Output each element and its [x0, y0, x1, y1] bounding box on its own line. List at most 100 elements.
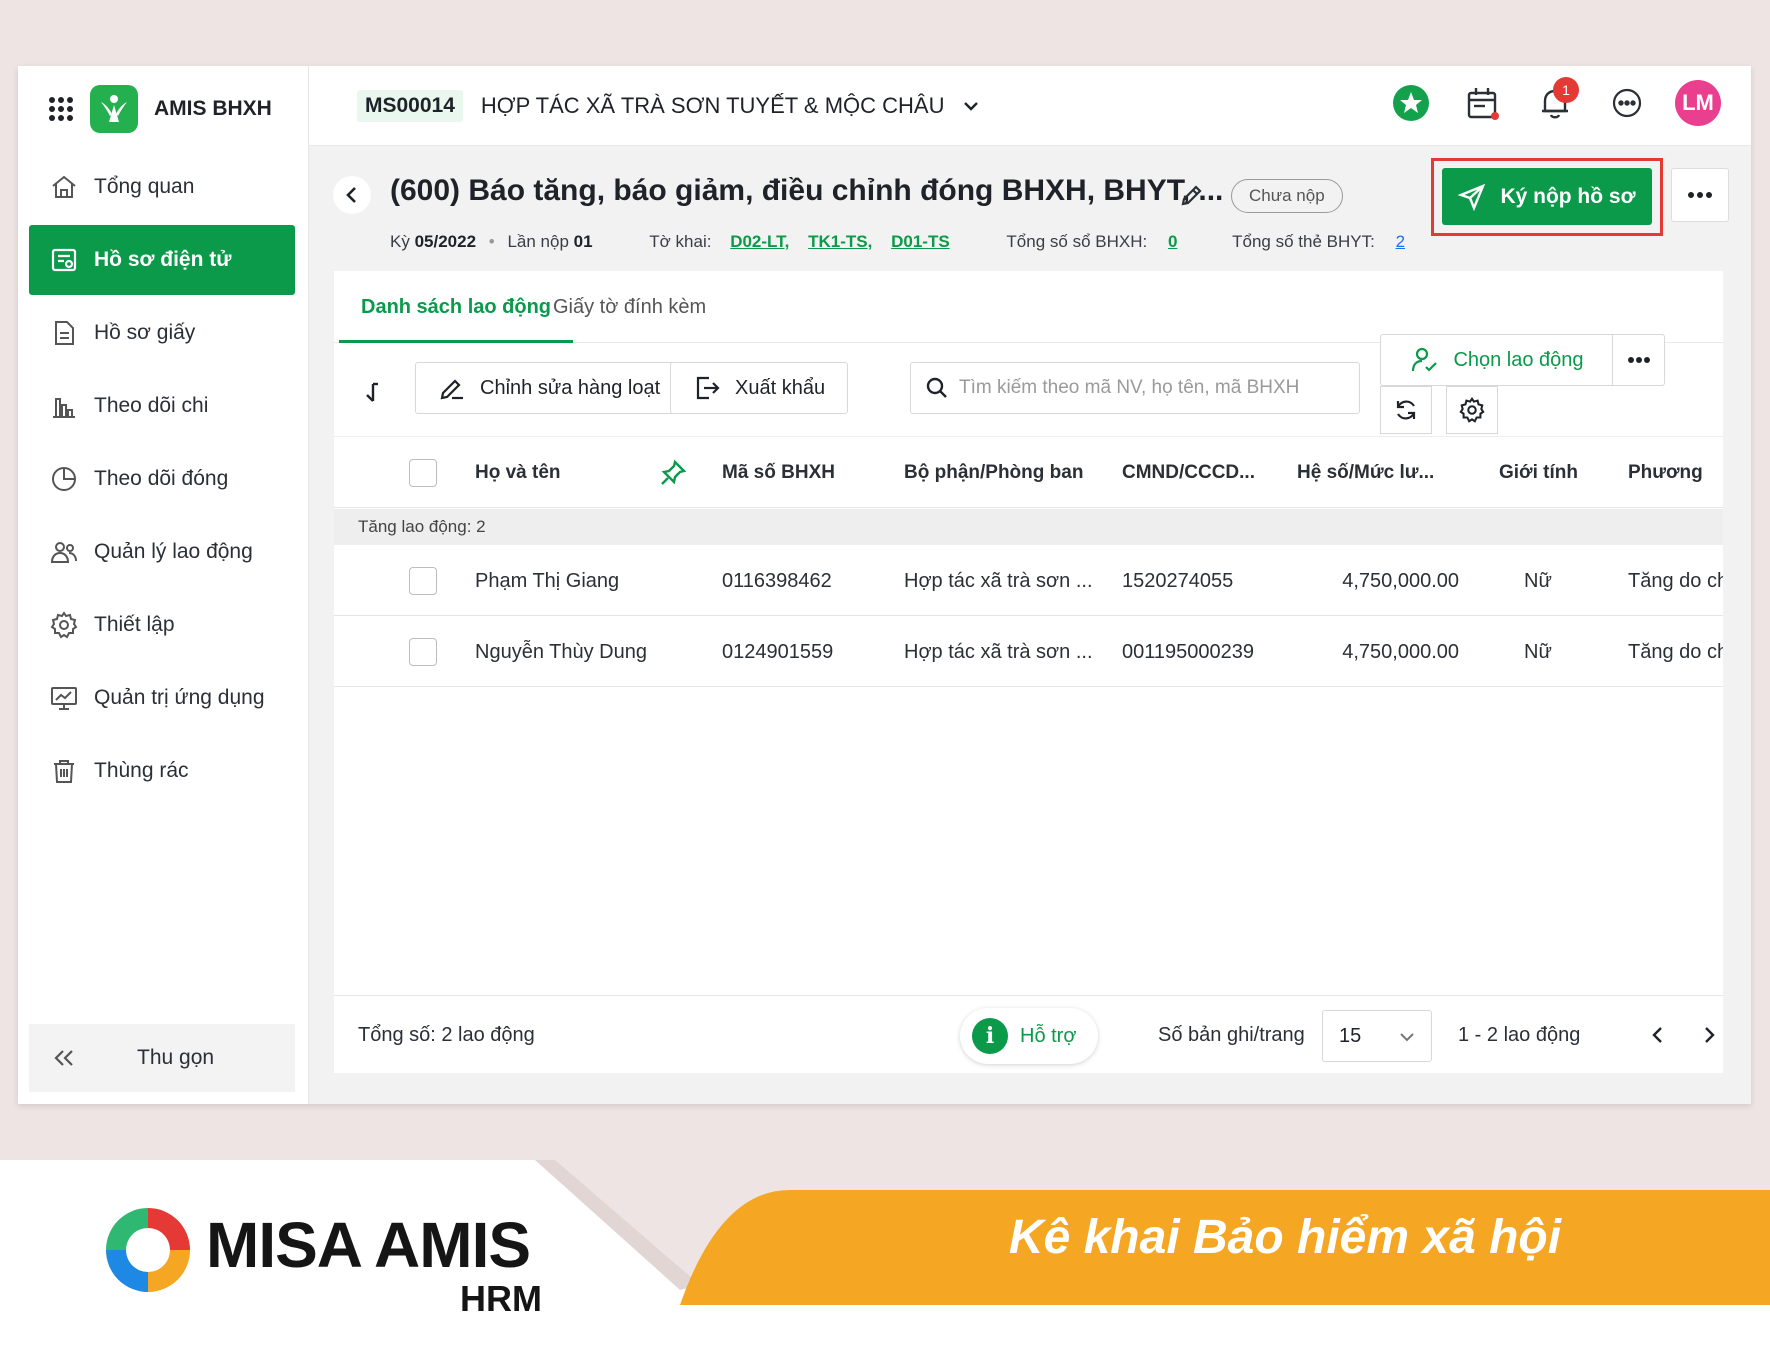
next-page-button[interactable]	[1692, 1018, 1726, 1052]
period-value: 05/2022	[414, 232, 477, 251]
app-name: AMIS BHXH	[154, 97, 272, 120]
column-header-name[interactable]: Họ và tên	[475, 437, 561, 509]
page-range: 1 - 2 lao động	[1458, 1024, 1581, 1046]
prev-page-button[interactable]	[1641, 1018, 1675, 1052]
gift-calendar-icon[interactable]	[1461, 81, 1505, 125]
sidebar-item-label: Theo dõi đóng	[94, 467, 229, 490]
table-row[interactable]: Nguyễn Thùy Dung 0124901559 Hợp tác xã t…	[334, 617, 1723, 687]
notification-badge: 1	[1553, 77, 1579, 103]
help-button[interactable]: i Hỗ trợ	[960, 1008, 1099, 1064]
content-panel: Danh sách lao động Giấy tờ đính kèm Chỉn…	[334, 271, 1723, 1073]
search-box	[910, 362, 1360, 414]
sidebar-item-e-documents[interactable]: Hồ sơ điện tử	[29, 225, 295, 295]
row-checkbox[interactable]	[409, 567, 437, 595]
table-settings-button[interactable]	[1446, 386, 1498, 434]
per-page-value: 15	[1339, 1024, 1362, 1047]
form-link-tk1[interactable]: TK1-TS,	[808, 232, 872, 252]
people-icon	[49, 537, 79, 567]
cell-department: Hợp tác xã trà sơn ...	[904, 570, 1093, 592]
pie-chart-icon	[49, 464, 79, 494]
cell-gender: Nữ	[1524, 641, 1552, 663]
page-title: (600) Báo tăng, báo giảm, điều chỉnh đón…	[390, 174, 1224, 207]
submit-label: Ký nộp hồ sơ	[1500, 184, 1636, 208]
sidebar-item-label: Thiết lập	[94, 613, 175, 636]
bhyt-total-value[interactable]: 2	[1396, 232, 1405, 252]
more-actions-button[interactable]	[1671, 168, 1729, 222]
table-header: Họ và tên Mã số BHXH Bộ phận/Phòng ban C…	[334, 436, 1723, 508]
dot-separator: •	[488, 232, 495, 251]
sidebar-item-app-admin[interactable]: Quản trị ứng dụng	[29, 663, 295, 733]
hrm-text: HRM	[460, 1278, 542, 1319]
per-page-label: Số bản ghi/trang	[1158, 1024, 1305, 1046]
cell-method: Tăng do ch	[1628, 570, 1723, 592]
main-area: MS00014 HỢP TÁC XÃ TRÀ SƠN TUYẾT & MỘC C…	[309, 66, 1751, 1104]
chevron-down-icon[interactable]	[960, 95, 982, 117]
sidebar-item-overview[interactable]: Tổng quan	[29, 152, 295, 222]
back-button[interactable]	[333, 176, 371, 214]
column-header-bhxh[interactable]: Mã số BHXH	[722, 437, 835, 509]
cell-method: Tăng do ch	[1628, 641, 1723, 663]
app-grid-icon[interactable]	[48, 96, 74, 122]
gear-icon	[49, 610, 79, 640]
cell-id: 001195000239	[1122, 641, 1254, 663]
sidebar-item-expense-tracking[interactable]: Theo dõi chi	[29, 371, 295, 441]
column-header-gender[interactable]: Giới tính	[1499, 437, 1578, 509]
sidebar-item-label: Theo dõi chi	[94, 394, 209, 417]
sidebar-nav: Tổng quan Hồ sơ điện tử Hồ sơ giấy Theo …	[29, 152, 295, 809]
user-check-icon	[1412, 347, 1438, 372]
choose-employee-label: Chọn lao động	[1453, 348, 1584, 371]
choose-more-button[interactable]	[1613, 335, 1664, 385]
cell-id: 1520274055	[1122, 570, 1234, 592]
bell-icon[interactable]: 1	[1533, 77, 1579, 125]
search-input[interactable]	[959, 377, 1339, 399]
tab-attachments[interactable]: Giấy tờ đính kèm	[531, 271, 728, 343]
avatar[interactable]: LM	[1675, 80, 1721, 126]
form-link-d02[interactable]: D02-LT,	[730, 232, 789, 252]
sidebar-item-trash[interactable]: Thùng rác	[29, 736, 295, 806]
more-horizontal-icon	[1688, 192, 1712, 198]
bulk-edit-label: Chỉnh sửa hàng loạt	[480, 376, 661, 399]
table-footer: Tổng số: 2 lao động i Hỗ trợ Số bản ghi/…	[334, 995, 1723, 1073]
sidebar-item-paper-documents[interactable]: Hồ sơ giấy	[29, 298, 295, 368]
cell-department: Hợp tác xã trà sơn ...	[904, 641, 1093, 663]
sort-arrow-icon[interactable]	[350, 371, 394, 415]
sign-submit-button[interactable]: Ký nộp hồ sơ	[1442, 168, 1652, 225]
org-name[interactable]: HỢP TÁC XÃ TRÀ SƠN TUYẾT & MỘC CHÂU	[481, 93, 945, 119]
export-button[interactable]: Xuất khẩu	[670, 362, 849, 414]
sidebar-item-settings[interactable]: Thiết lập	[29, 590, 295, 660]
pin-icon[interactable]	[659, 459, 687, 487]
chevron-down-icon	[1400, 1033, 1414, 1042]
total-count: Tổng số: 2 lao động	[358, 1024, 535, 1046]
export-label: Xuất khẩu	[735, 376, 826, 399]
refresh-button[interactable]	[1380, 386, 1432, 434]
topbar: MS00014 HỢP TÁC XÃ TRÀ SƠN TUYẾT & MỘC C…	[309, 66, 1751, 146]
star-badge-icon[interactable]	[1389, 81, 1433, 125]
chat-icon[interactable]	[1605, 81, 1649, 125]
bulk-edit-button[interactable]: Chỉnh sửa hàng loạt	[415, 362, 684, 414]
column-header-method[interactable]: Phương	[1628, 437, 1703, 509]
column-header-id[interactable]: CMND/CCCD...	[1122, 437, 1262, 509]
per-page-select[interactable]: 15	[1322, 1010, 1432, 1062]
help-label: Hỗ trợ	[1020, 1024, 1077, 1047]
pencil-icon[interactable]	[1177, 180, 1207, 210]
collapse-sidebar-button[interactable]: Thu gọn	[29, 1024, 295, 1092]
row-checkbox[interactable]	[409, 638, 437, 666]
choose-employee-button[interactable]: Chọn lao động	[1381, 335, 1613, 385]
sidebar-item-payment-tracking[interactable]: Theo dõi đóng	[29, 444, 295, 514]
column-header-salary[interactable]: Hệ số/Mức lư...	[1297, 437, 1442, 509]
bhxh-total-label: Tổng số sổ BHXH:	[1006, 232, 1148, 251]
chevron-right-icon	[1705, 1027, 1715, 1043]
table-row[interactable]: Phạm Thị Giang 0116398462 Hợp tác xã trà…	[334, 546, 1723, 616]
select-all-checkbox[interactable]	[409, 459, 437, 487]
group-row-increase[interactable]: Tăng lao động: 2	[334, 509, 1723, 545]
column-header-department[interactable]: Bộ phận/Phòng ban	[904, 437, 1083, 509]
cell-bhxh: 0116398462	[722, 570, 832, 592]
app-window: AMIS BHXH Tổng quan Hồ sơ điện tử Hồ sơ …	[18, 66, 1751, 1104]
double-chevron-left-icon	[49, 1043, 79, 1073]
form-link-d01[interactable]: D01-TS	[891, 232, 950, 252]
bhxh-total-value[interactable]: 0	[1168, 232, 1177, 252]
sidebar-item-employee-management[interactable]: Quản lý lao động	[29, 517, 295, 587]
home-icon	[49, 172, 79, 202]
search-icon	[926, 377, 947, 398]
e-document-icon	[49, 245, 79, 275]
